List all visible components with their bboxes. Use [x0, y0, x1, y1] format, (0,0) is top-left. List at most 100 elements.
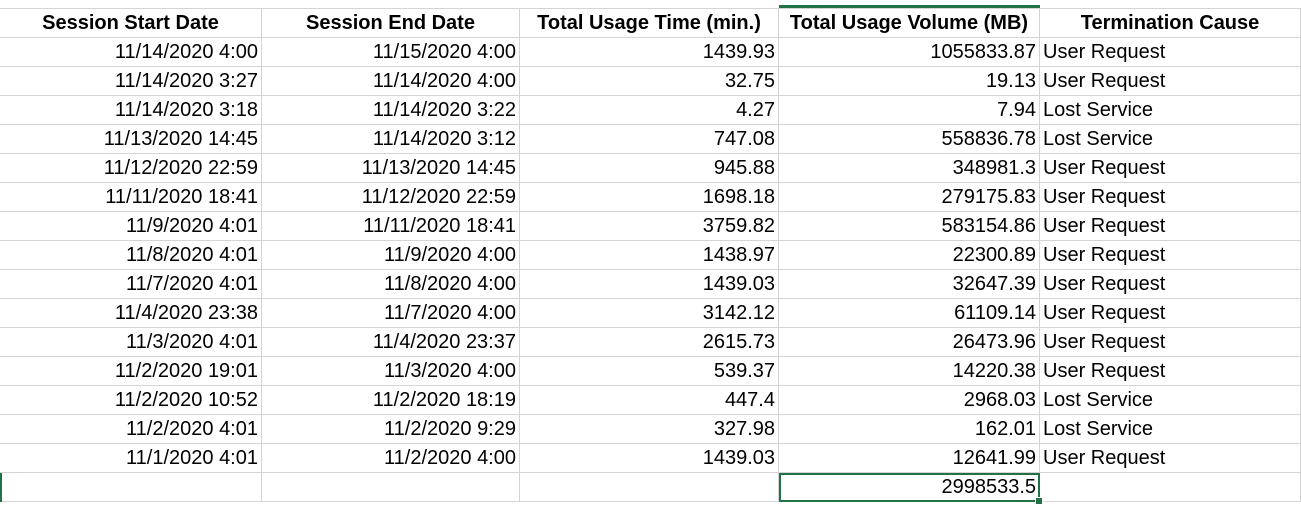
- fill-handle[interactable]: [1035, 497, 1043, 505]
- end-date-cell[interactable]: 11/15/2020 4:00: [262, 38, 520, 67]
- start-date-cell[interactable]: 11/2/2020 4:01: [0, 415, 262, 444]
- usage-time-cell[interactable]: 2615.73: [520, 328, 779, 357]
- usage-volume-cell[interactable]: 583154.86: [779, 212, 1040, 241]
- usage-time-cell[interactable]: 32.75: [520, 67, 779, 96]
- usage-time-cell[interactable]: 3759.82: [520, 212, 779, 241]
- termination-cause-cell[interactable]: Lost Service: [1040, 386, 1301, 415]
- start-date-cell[interactable]: 11/12/2020 22:59: [0, 154, 262, 183]
- termination-cause-cell[interactable]: User Request: [1040, 357, 1301, 386]
- usage-time-cell[interactable]: 447.4: [520, 386, 779, 415]
- usage-volume-cell[interactable]: 7.94: [779, 96, 1040, 125]
- usage-volume-cell[interactable]: 1055833.87: [779, 38, 1040, 67]
- end-date-cell[interactable]: 11/3/2020 4:00: [262, 357, 520, 386]
- table-row: 11/2/2020 4:01 11/2/2020 9:29 327.98 162…: [0, 415, 1301, 444]
- usage-volume-cell[interactable]: 12641.99: [779, 444, 1040, 473]
- start-date-cell[interactable]: 11/13/2020 14:45: [0, 125, 262, 154]
- column-header-strip: [0, 0, 1301, 9]
- table-row: 11/8/2020 4:01 11/9/2020 4:00 1438.97 22…: [0, 241, 1301, 270]
- termination-cause-cell[interactable]: User Request: [1040, 154, 1301, 183]
- termination-cause-cell[interactable]: User Request: [1040, 67, 1301, 96]
- usage-time-cell[interactable]: 1438.97: [520, 241, 779, 270]
- usage-volume-cell[interactable]: 14220.38: [779, 357, 1040, 386]
- start-date-cell[interactable]: 11/1/2020 4:01: [0, 444, 262, 473]
- termination-cause-cell[interactable]: User Request: [1040, 183, 1301, 212]
- table-row: 11/4/2020 23:38 11/7/2020 4:00 3142.12 6…: [0, 299, 1301, 328]
- table-row: 11/13/2020 14:45 11/14/2020 3:12 747.08 …: [0, 125, 1301, 154]
- usage-time-cell[interactable]: 1698.18: [520, 183, 779, 212]
- empty-cell[interactable]: [520, 473, 779, 502]
- termination-cause-cell[interactable]: Lost Service: [1040, 415, 1301, 444]
- table-row: 11/12/2020 22:59 11/13/2020 14:45 945.88…: [0, 154, 1301, 183]
- total-row: 2998533.5: [0, 473, 1301, 505]
- usage-volume-cell[interactable]: 2968.03: [779, 386, 1040, 415]
- termination-cause-cell[interactable]: User Request: [1040, 38, 1301, 67]
- end-date-cell[interactable]: 11/7/2020 4:00: [262, 299, 520, 328]
- termination-cause-cell[interactable]: Lost Service: [1040, 125, 1301, 154]
- usage-volume-cell[interactable]: 162.01: [779, 415, 1040, 444]
- usage-time-cell[interactable]: 747.08: [520, 125, 779, 154]
- end-date-cell[interactable]: 11/14/2020 3:12: [262, 125, 520, 154]
- empty-cell[interactable]: [262, 473, 520, 502]
- empty-cell[interactable]: [1040, 473, 1301, 502]
- header-cell[interactable]: Session Start Date: [0, 9, 262, 38]
- end-date-cell[interactable]: 11/2/2020 4:00: [262, 444, 520, 473]
- table-row: 11/14/2020 4:00 11/15/2020 4:00 1439.93 …: [0, 38, 1301, 67]
- usage-volume-cell[interactable]: 26473.96: [779, 328, 1040, 357]
- empty-cell[interactable]: [0, 473, 262, 502]
- start-date-cell[interactable]: 11/14/2020 3:18: [0, 96, 262, 125]
- termination-cause-cell[interactable]: User Request: [1040, 444, 1301, 473]
- start-date-cell[interactable]: 11/8/2020 4:01: [0, 241, 262, 270]
- table-row: 11/1/2020 4:01 11/2/2020 4:00 1439.03 12…: [0, 444, 1301, 473]
- usage-time-cell[interactable]: 1439.03: [520, 270, 779, 299]
- usage-volume-cell[interactable]: 558836.78: [779, 125, 1040, 154]
- usage-volume-cell[interactable]: 32647.39: [779, 270, 1040, 299]
- table-row: 11/7/2020 4:01 11/8/2020 4:00 1439.03 32…: [0, 270, 1301, 299]
- usage-time-cell[interactable]: 327.98: [520, 415, 779, 444]
- start-date-cell[interactable]: 11/3/2020 4:01: [0, 328, 262, 357]
- start-date-cell[interactable]: 11/2/2020 10:52: [0, 386, 262, 415]
- usage-time-cell[interactable]: 1439.93: [520, 38, 779, 67]
- end-date-cell[interactable]: 11/8/2020 4:00: [262, 270, 520, 299]
- end-date-cell[interactable]: 11/14/2020 4:00: [262, 67, 520, 96]
- termination-cause-cell[interactable]: User Request: [1040, 241, 1301, 270]
- usage-volume-cell[interactable]: 22300.89: [779, 241, 1040, 270]
- usage-time-cell[interactable]: 945.88: [520, 154, 779, 183]
- usage-volume-cell[interactable]: 279175.83: [779, 183, 1040, 212]
- termination-cause-cell[interactable]: User Request: [1040, 270, 1301, 299]
- end-date-cell[interactable]: 11/12/2020 22:59: [262, 183, 520, 212]
- start-date-cell[interactable]: 11/2/2020 19:01: [0, 357, 262, 386]
- end-date-cell[interactable]: 11/2/2020 9:29: [262, 415, 520, 444]
- usage-time-cell[interactable]: 539.37: [520, 357, 779, 386]
- end-date-cell[interactable]: 11/11/2020 18:41: [262, 212, 520, 241]
- start-date-cell[interactable]: 11/11/2020 18:41: [0, 183, 262, 212]
- termination-cause-cell[interactable]: Lost Service: [1040, 96, 1301, 125]
- header-cell[interactable]: Session End Date: [262, 9, 520, 38]
- start-date-cell[interactable]: 11/14/2020 3:27: [0, 67, 262, 96]
- header-cell[interactable]: Total Usage Time (min.): [520, 9, 779, 38]
- termination-cause-cell[interactable]: User Request: [1040, 328, 1301, 357]
- end-date-cell[interactable]: 11/14/2020 3:22: [262, 96, 520, 125]
- selected-column-indicator: [779, 5, 1040, 8]
- header-cell[interactable]: Total Usage Volume (MB): [779, 9, 1040, 38]
- end-date-cell[interactable]: 11/13/2020 14:45: [262, 154, 520, 183]
- total-volume-cell[interactable]: 2998533.5: [779, 473, 1043, 505]
- termination-cause-cell[interactable]: User Request: [1040, 299, 1301, 328]
- start-date-cell[interactable]: 11/7/2020 4:01: [0, 270, 262, 299]
- start-date-cell[interactable]: 11/14/2020 4:00: [0, 38, 262, 67]
- header-cell[interactable]: Termination Cause: [1040, 9, 1301, 38]
- end-date-cell[interactable]: 11/4/2020 23:37: [262, 328, 520, 357]
- end-date-cell[interactable]: 11/2/2020 18:19: [262, 386, 520, 415]
- start-date-cell[interactable]: 11/9/2020 4:01: [0, 212, 262, 241]
- table-row: 11/14/2020 3:27 11/14/2020 4:00 32.75 19…: [0, 67, 1301, 96]
- usage-volume-cell[interactable]: 61109.14: [779, 299, 1040, 328]
- usage-time-cell[interactable]: 1439.03: [520, 444, 779, 473]
- header-row: Session Start Date Session End Date Tota…: [0, 9, 1301, 38]
- end-date-cell[interactable]: 11/9/2020 4:00: [262, 241, 520, 270]
- usage-volume-cell[interactable]: 19.13: [779, 67, 1040, 96]
- termination-cause-cell[interactable]: User Request: [1040, 212, 1301, 241]
- usage-time-cell[interactable]: 3142.12: [520, 299, 779, 328]
- usage-volume-cell[interactable]: 348981.3: [779, 154, 1040, 183]
- table-row: 11/2/2020 19:01 11/3/2020 4:00 539.37 14…: [0, 357, 1301, 386]
- usage-time-cell[interactable]: 4.27: [520, 96, 779, 125]
- start-date-cell[interactable]: 11/4/2020 23:38: [0, 299, 262, 328]
